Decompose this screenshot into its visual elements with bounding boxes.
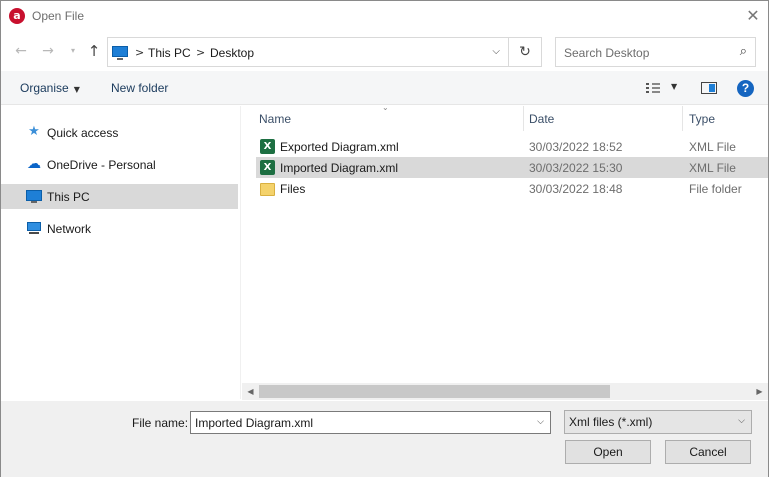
nav-item-this-pc[interactable]: This PC — [1, 184, 238, 209]
app-logo-icon: a — [9, 8, 25, 24]
open-file-dialog: a Open File ✕ ← → ▾ ↑ > This PC > Deskto… — [0, 0, 769, 477]
close-icon: ✕ — [746, 6, 760, 25]
up-arrow-icon[interactable]: ↑ — [85, 42, 103, 60]
dialog-footer: File name: Imported Diagram.xml ⌵ Xml fi… — [1, 401, 768, 477]
column-header-type[interactable]: Type — [683, 106, 768, 131]
view-options-chevron-icon[interactable]: ▼ — [671, 82, 677, 91]
file-date: 30/03/2022 15:30 — [529, 161, 623, 175]
view-options-icon[interactable] — [646, 83, 660, 93]
recent-locations-chevron-icon[interactable]: ▾ — [64, 42, 82, 60]
breadcrumb-desktop[interactable]: Desktop — [210, 46, 254, 60]
open-button[interactable]: Open — [565, 440, 651, 464]
cancel-button[interactable]: Cancel — [665, 440, 751, 464]
preview-pane-icon[interactable] — [701, 82, 717, 94]
file-row-exported-diagram[interactable]: X Exported Diagram.xml 30/03/2022 18:52 … — [256, 136, 768, 157]
nav-item-label: Quick access — [47, 126, 119, 140]
file-name: Imported Diagram.xml — [280, 161, 399, 175]
column-header-date[interactable]: Date — [524, 106, 682, 131]
window-title: Open File — [32, 9, 85, 23]
this-pc-icon — [26, 189, 42, 203]
command-toolbar: Organise ▼ New folder ▼ ? — [1, 71, 768, 105]
sort-ascending-icon: ⌄ — [382, 103, 389, 112]
new-folder-button[interactable]: New folder — [111, 81, 168, 95]
file-date: 30/03/2022 18:48 — [529, 182, 623, 196]
file-name-value: Imported Diagram.xml — [195, 416, 314, 430]
folder-icon — [260, 183, 275, 196]
organise-menu-button[interactable]: Organise ▼ — [20, 81, 80, 95]
nav-item-network[interactable]: Network — [1, 216, 238, 241]
file-name-label: File name: — [132, 416, 189, 430]
breadcrumb-separator: > — [196, 46, 206, 59]
file-date: 30/03/2022 18:52 — [529, 140, 623, 154]
organise-label: Organise — [20, 81, 69, 95]
search-icon: ⌕ — [739, 44, 747, 59]
onedrive-cloud-icon: ☁ — [27, 156, 41, 172]
horizontal-scrollbar[interactable]: ◀ ▶ — [242, 383, 768, 400]
breadcrumb-separator: > — [135, 46, 145, 59]
nav-item-quick-access[interactable]: ★ Quick access — [1, 120, 238, 145]
file-row-files-folder[interactable]: Files 30/03/2022 18:48 File folder — [256, 178, 768, 199]
scrollbar-thumb[interactable] — [259, 385, 610, 398]
column-header-label: Date — [529, 112, 555, 126]
address-bar-row: ← → ▾ ↑ > This PC > Desktop ⌵ ↻ Search D… — [1, 35, 768, 69]
this-pc-icon — [112, 46, 128, 60]
refresh-button[interactable]: ↻ — [509, 37, 542, 67]
chevron-down-icon[interactable]: ⌵ — [492, 46, 500, 57]
file-type: XML File — [689, 140, 736, 154]
nav-item-label: OneDrive - Personal — [47, 158, 156, 172]
title-bar: a Open File ✕ — [1, 1, 768, 32]
file-name: Exported Diagram.xml — [280, 140, 399, 154]
quick-access-star-icon: ★ — [28, 124, 40, 139]
chevron-down-icon: ▼ — [73, 85, 80, 94]
help-icon[interactable]: ? — [737, 80, 754, 97]
file-name: Files — [280, 182, 306, 196]
refresh-icon: ↻ — [519, 44, 531, 60]
chevron-down-icon: ⌵ — [738, 416, 745, 426]
excel-xml-file-icon: X — [260, 139, 278, 154]
navigation-pane: ★ Quick access ☁ OneDrive - Personal Thi… — [1, 106, 241, 399]
network-icon — [26, 221, 42, 235]
forward-arrow-icon[interactable]: → — [39, 42, 57, 60]
file-type: File folder — [689, 182, 742, 196]
column-header-label: Type — [689, 112, 716, 126]
file-type-filter-value: Xml files (*.xml) — [569, 415, 653, 429]
file-type: XML File — [689, 161, 736, 175]
nav-item-onedrive[interactable]: ☁ OneDrive - Personal — [1, 152, 238, 177]
nav-item-label: Network — [47, 222, 92, 236]
excel-xml-file-icon: X — [260, 160, 278, 175]
column-header-name[interactable]: ⌄ Name — [242, 103, 523, 131]
file-name-input[interactable]: Imported Diagram.xml ⌵ — [190, 411, 551, 434]
search-placeholder: Search Desktop — [564, 46, 650, 60]
scroll-right-arrow-icon[interactable]: ▶ — [751, 383, 768, 400]
chevron-down-icon[interactable]: ⌵ — [537, 417, 544, 427]
address-bar[interactable]: > This PC > Desktop ⌵ — [107, 37, 509, 67]
back-arrow-icon[interactable]: ← — [12, 42, 30, 60]
close-button[interactable]: ✕ — [738, 1, 768, 31]
column-header-label: Name — [259, 112, 292, 126]
breadcrumb-this-pc[interactable]: This PC — [148, 46, 191, 60]
file-type-filter-select[interactable]: Xml files (*.xml) ⌵ — [564, 410, 752, 434]
file-row-imported-diagram[interactable]: X Imported Diagram.xml 30/03/2022 15:30 … — [256, 157, 768, 178]
search-input[interactable]: Search Desktop ⌕ — [555, 37, 756, 67]
nav-item-label: This PC — [47, 190, 90, 204]
file-list: ⌄ Name Date Type X Exported Diagram.xml … — [242, 103, 768, 399]
scroll-left-arrow-icon[interactable]: ◀ — [242, 383, 259, 400]
